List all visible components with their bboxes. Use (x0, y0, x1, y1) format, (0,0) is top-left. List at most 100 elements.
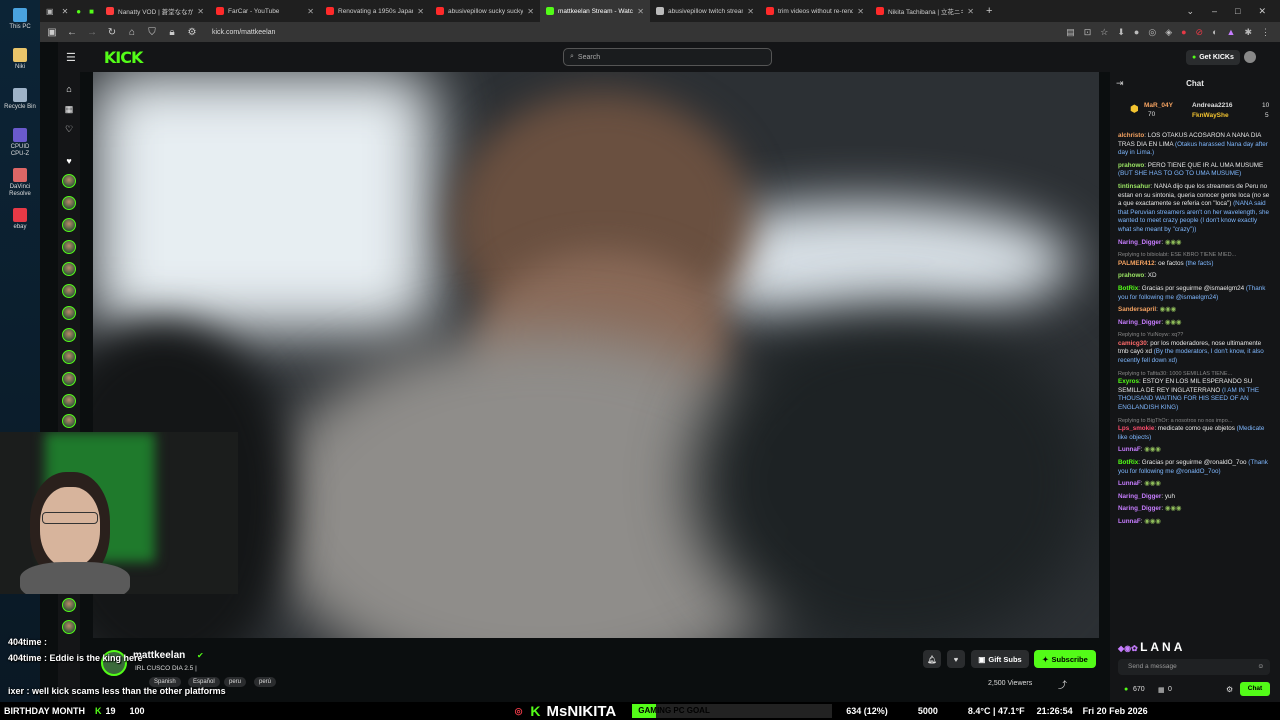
channel-avatar[interactable] (62, 414, 76, 428)
extension-icon[interactable]: ⊡ (1084, 27, 1092, 38)
chat-message[interactable]: Naring_Digger: ◉◉◉ (1118, 239, 1272, 248)
extension-icon[interactable]: ◎ (1148, 27, 1156, 38)
chat-username[interactable]: BotRix (1118, 285, 1138, 292)
close-tab-icon[interactable]: ✕ (857, 7, 864, 16)
desktop-icon[interactable]: Recycle Bin (4, 88, 36, 111)
pinned-tab-icon[interactable]: ■ (89, 7, 94, 16)
channel-avatar[interactable] (62, 328, 76, 342)
chat-message[interactable]: alchristo: LOS OTAKUS ACOSARON A NANA DI… (1118, 132, 1272, 158)
desktop-icon[interactable]: This PC (4, 8, 36, 31)
desktop-icon[interactable]: CPUID CPU-Z (4, 128, 36, 158)
tab-search-icon[interactable]: ▣ (46, 7, 54, 16)
home-icon[interactable]: ⌂ (62, 82, 76, 96)
leader-name[interactable]: FknWayShe (1192, 112, 1229, 119)
browser-tab[interactable]: Renovating a 1950s Japanese H ✕ (320, 0, 430, 22)
browser-tab[interactable]: abusivepillow twitch streamer ✕ (650, 0, 760, 22)
chat-message[interactable]: Naring_Digger: ◉◉◉ (1118, 319, 1272, 328)
channel-avatar[interactable] (62, 372, 76, 386)
chat-settings-icon[interactable]: ⚙ (1226, 685, 1233, 694)
chat-message[interactable]: Replying to bibiolabt: ESE KBRO TIENE MI… (1118, 251, 1272, 268)
extension-icon[interactable]: ● (1181, 27, 1186, 38)
heart-icon[interactable]: ♥ (62, 154, 76, 168)
desktop-icon[interactable]: ebay (4, 208, 36, 231)
search-input[interactable]: ⌕ Search (563, 48, 772, 66)
kick-logo[interactable]: KICK (104, 48, 143, 67)
forward-button[interactable]: → (86, 27, 98, 38)
user-avatar[interactable] (1244, 51, 1256, 63)
browse-icon[interactable]: ▦ (62, 102, 76, 116)
extension-icon[interactable]: ⊘ (1196, 27, 1204, 38)
kicks-balance-icon[interactable]: ● (1124, 686, 1128, 693)
chat-username[interactable]: Naring_Digger (1118, 505, 1161, 512)
chat-message[interactable]: BotRix: Gracias por seguirme @ismaelgm24… (1118, 285, 1272, 302)
chat-username[interactable]: BotRix (1118, 459, 1138, 466)
chat-message[interactable]: tintinsahur: NANA dijo que los streamers… (1118, 183, 1272, 235)
follow-button[interactable]: ♥ (947, 650, 965, 668)
extension-icon[interactable]: ◈ (1165, 27, 1172, 38)
maximize-button[interactable]: □ (1235, 6, 1240, 17)
close-tab-icon[interactable]: ✕ (307, 7, 314, 16)
tab-list-icon[interactable]: ⌄ (1186, 6, 1194, 17)
chat-message[interactable]: LunnaF: ◉◉◉ (1118, 518, 1272, 527)
extension-icon[interactable]: ◐ (1212, 27, 1217, 38)
chat-message[interactable]: Replying to Tafita30: 1000 SEMILLAS TIEN… (1118, 370, 1272, 413)
video-player[interactable] (93, 72, 1099, 638)
chat-username[interactable]: tintinsahur (1118, 183, 1151, 190)
chat-input[interactable]: Send a message ☺ (1118, 659, 1270, 675)
stream-tag[interactable]: perú (254, 677, 277, 687)
stream-tag[interactable]: peru (224, 677, 247, 687)
channel-avatar[interactable] (62, 284, 76, 298)
chat-username[interactable]: Naring_Digger (1118, 493, 1161, 500)
close-tab-icon[interactable]: ✕ (637, 7, 644, 16)
chat-username[interactable]: PALMER412 (1118, 260, 1155, 267)
url-field[interactable]: kick.com/mattkeelan (212, 29, 275, 36)
chat-message[interactable]: Naring_Digger: yuh (1118, 493, 1272, 502)
channel-points-icon[interactable]: ▦ (1158, 686, 1165, 694)
pinned-tab-icon[interactable]: ✕ (62, 7, 69, 16)
shield-icon[interactable]: ⛉ (146, 27, 158, 38)
chat-message[interactable]: Naring_Digger: ◉◉◉ (1118, 505, 1272, 514)
channel-avatar[interactable] (62, 218, 76, 232)
close-window-button[interactable]: ✕ (1258, 6, 1266, 17)
chat-message[interactable]: BotRix: Gracias por seguirme @ronaldO_7o… (1118, 459, 1272, 476)
leader-name[interactable]: Andreaa2216 (1192, 102, 1232, 109)
extension-icon[interactable]: ● (1134, 27, 1139, 38)
browser-tab[interactable]: abusivepillow sucky sucky - Yo✕ (430, 0, 540, 22)
chat-username[interactable]: LunnaF (1118, 480, 1141, 487)
browser-tab[interactable]: trim videos without re-renderi✕ (760, 0, 870, 22)
desktop-icon[interactable]: Niki (4, 48, 36, 71)
back-button[interactable]: ← (66, 27, 78, 38)
chat-username[interactable]: prahowo (1118, 162, 1144, 169)
chat-username[interactable]: alchristo (1118, 132, 1144, 139)
chat-message[interactable]: Replying to YuiNoyw: xq?? camicg30: por l… (1118, 331, 1272, 365)
channel-avatar[interactable] (62, 262, 76, 276)
browser-tab[interactable]: Nanatty VOD | 蒼堂ななが配信✕ (100, 0, 210, 22)
send-chat-button[interactable]: Chat (1240, 682, 1270, 696)
chat-username[interactable]: LunnaF (1118, 446, 1141, 453)
channel-avatar[interactable] (62, 240, 76, 254)
extension-icon[interactable]: ▲ (1227, 27, 1236, 38)
chat-username[interactable]: LunnaF (1118, 518, 1141, 525)
emoji-picker-icon[interactable]: ☺ (1257, 659, 1264, 675)
gift-subs-button[interactable]: ▣ Gift Subs (971, 650, 1029, 668)
chat-username[interactable]: camicg30 (1118, 340, 1147, 347)
browser-tab[interactable]: mattkeelan Stream - Watch ✕ (540, 0, 650, 22)
chat-username[interactable]: Sandersapril (1118, 306, 1156, 313)
following-icon[interactable]: ♡ (62, 122, 76, 136)
site-settings-icon[interactable]: ⚙ (186, 27, 198, 38)
reload-button[interactable]: ↻ (106, 27, 118, 38)
sidebar-toggle-icon[interactable]: ▣ (46, 27, 58, 38)
channel-avatar[interactable] (62, 394, 76, 408)
chat-username[interactable]: prahowo (1118, 272, 1144, 279)
chat-username[interactable]: Naring_Digger (1118, 319, 1161, 326)
chat-message[interactable]: Sandersapril: ◉◉◉ (1118, 306, 1272, 315)
chat-username[interactable]: Naring_Digger (1118, 239, 1161, 246)
chat-username[interactable]: Exyros (1118, 378, 1139, 385)
desktop-icon[interactable]: DaVinci Resolve (4, 168, 36, 198)
bookmark-star-icon[interactable]: ☆ (1100, 27, 1108, 38)
chat-message[interactable]: LunnaF: ◉◉◉ (1118, 446, 1272, 455)
home-button[interactable]: ⌂ (126, 27, 138, 38)
extension-icon[interactable]: ⬇ (1117, 27, 1125, 38)
hamburger-menu-icon[interactable]: ☰ (66, 51, 76, 64)
chat-message[interactable]: LunnaF: ◉◉◉ (1118, 480, 1272, 489)
